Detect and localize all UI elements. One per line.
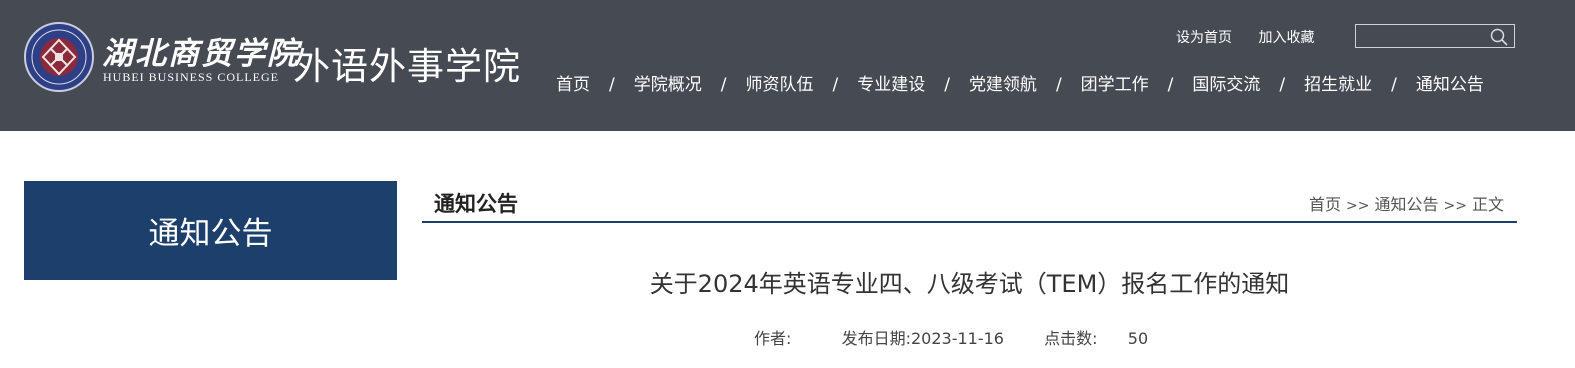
nav-separator: / [1167, 75, 1174, 95]
search-input[interactable] [1356, 25, 1500, 47]
college-seal-logo[interactable] [24, 22, 94, 92]
breadcrumb-separator: >> [1346, 198, 1370, 214]
nav-item-student-work[interactable]: 团学工作 [1081, 75, 1149, 95]
nav-separator: / [1279, 75, 1286, 95]
views-value: 50 [1127, 329, 1149, 348]
college-name-en: HUBEI BUSINESS COLLEGE [103, 70, 280, 84]
nav-separator: / [944, 75, 950, 95]
section-title: 通知公告 [434, 192, 518, 216]
article-title: 关于2024年英语专业四、八级考试（TEM）报名工作的通知 [649, 270, 1290, 298]
author-label: 作者: [754, 329, 792, 348]
add-favorite-link[interactable]: 加入收藏 [1258, 30, 1314, 46]
nav-separator: / [720, 75, 727, 95]
nav-separator: / [832, 75, 839, 95]
search-box [1355, 24, 1515, 48]
set-homepage-link[interactable]: 设为首页 [1176, 30, 1232, 46]
college-name-cn: 湖北商贸学院 [102, 36, 300, 72]
nav-item-admissions[interactable]: 招生就业 [1304, 75, 1372, 95]
section-divider [422, 221, 1517, 223]
breadcrumb-home[interactable]: 首页 [1309, 195, 1341, 214]
main-nav: 首页 / 学院概况 / 师资队伍 / 专业建设 / 党建领航 / 团学工作 / 国际交流 / 招生就业 / 通知… [556, 70, 1484, 95]
sidebar-title: 通知公告 [148, 216, 273, 252]
breadcrumb-current: 正文 [1471, 195, 1504, 214]
nav-item-faculty[interactable]: 师资队伍 [745, 75, 813, 95]
nav-item-home[interactable]: 首页 [556, 75, 590, 95]
breadcrumb-separator: >> [1443, 198, 1467, 214]
views-label: 点击数: [1044, 329, 1098, 348]
breadcrumb: 首页 >> 通知公告 >> 正文 [1309, 191, 1504, 215]
nav-item-international[interactable]: 国际交流 [1192, 75, 1260, 95]
nav-item-about[interactable]: 学院概况 [634, 75, 702, 95]
search-icon[interactable] [1490, 28, 1508, 50]
nav-separator: / [1055, 75, 1062, 95]
site-header: 湖北商贸学院 HUBEI BUSINESS COLLEGE 外语外事学院 设为首… [0, 0, 1575, 131]
date-label: 发布日期: [841, 329, 911, 348]
nav-item-notices[interactable]: 通知公告 [1416, 75, 1484, 95]
nav-separator: / [609, 75, 615, 95]
nav-item-party[interactable]: 党建领航 [969, 75, 1037, 95]
nav-item-programs[interactable]: 专业建设 [857, 75, 925, 95]
article-meta: 作者: 发布日期:2023-11-16 点击数: 50 [754, 325, 1148, 349]
sidebar-title-box: 通知公告 [24, 181, 397, 280]
breadcrumb-notices[interactable]: 通知公告 [1375, 195, 1439, 214]
nav-separator: / [1391, 75, 1397, 95]
top-links: 设为首页 加入收藏 [1176, 27, 1336, 47]
site-name: 外语外事学院 [293, 45, 521, 88]
date-value: 2023-11-16 [911, 329, 1004, 348]
